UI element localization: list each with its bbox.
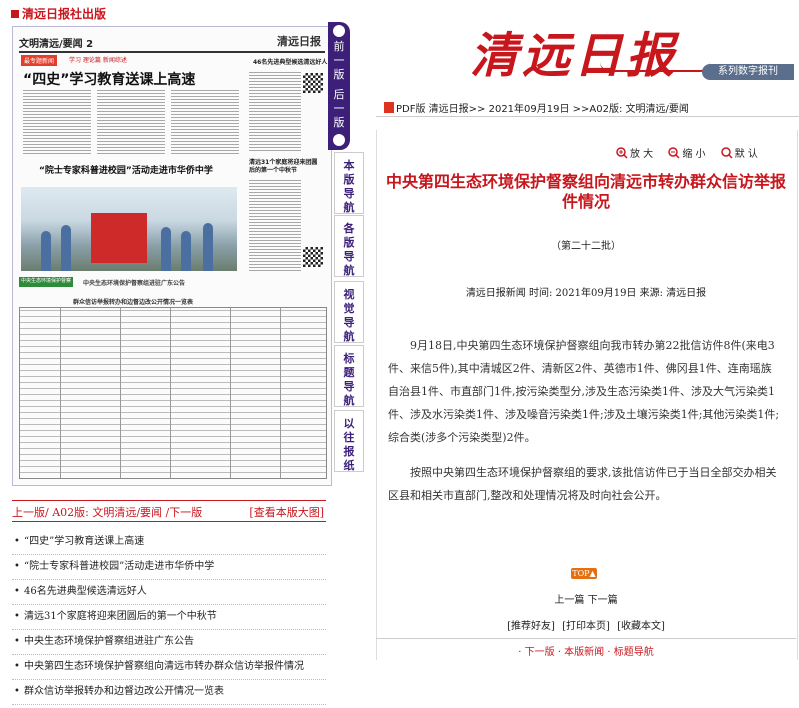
- article-meta: 清远日报新闻 时间: 2021年09月19日 来源: 清远日报: [465, 288, 707, 299]
- breadcrumb: PDF版 清远日报>> 2021年09月19日 >>A02版: 文明清远/要闻: [384, 100, 689, 115]
- page-switch-row: 上一版/ A02版: 文明清远/要闻 /下一版 [查看本版大图]: [12, 500, 326, 522]
- preview-text-block: [23, 89, 91, 155]
- article-title: 中央第四生态环境保护督察组向清远市转办群众信访举报件情况: [386, 172, 787, 211]
- magnifier-icon: [721, 146, 733, 159]
- down-arrow-icon[interactable]: [333, 134, 345, 146]
- bookmark-button[interactable]: [收藏本文]: [617, 621, 665, 632]
- prev-next-article[interactable]: 上一篇 下一篇: [386, 591, 786, 606]
- side-nav-this-page[interactable]: 本版导航: [334, 152, 364, 214]
- preview-logo: 清远日报: [277, 35, 321, 48]
- list-item[interactable]: 群众信访举报转办和边督边改公开情况一览表: [12, 680, 326, 705]
- preview-header: 文明清远/要闻 2 清远日报: [19, 33, 325, 53]
- preview-strip-title: 中央生态环境保护督察组进驻广东公告: [83, 280, 186, 287]
- photo-sign: [91, 213, 147, 263]
- page-preview-image[interactable]: 文明清远/要闻 2 清远日报 最专题新闻 学习 理论篇 新闻综述 “四史”学习教…: [12, 26, 332, 486]
- preview-text-block: [249, 179, 301, 271]
- article-paragraph: 按照中央第四生态环境保护督察组的要求,该批信访件已于当日全部交办相关区县和相关市…: [388, 466, 777, 502]
- list-item[interactable]: 46名先进典型候选清远好人: [12, 580, 326, 605]
- list-item[interactable]: 清远31个家庭将迎来团圆后的第一个中秋节: [12, 605, 326, 630]
- preview-text-block: [97, 89, 165, 155]
- photo-person: [161, 227, 171, 271]
- preview-text-block: [249, 71, 301, 151]
- preview-green-label: 中央生态环境保护督察: [19, 277, 73, 287]
- prev-page-button[interactable]: 前一版: [330, 40, 348, 82]
- list-item[interactable]: “院士专家科普进校园”活动走进市华侨中学: [12, 555, 326, 580]
- zoom-in-icon: [616, 146, 628, 159]
- list-item[interactable]: 中央第四生态环境保护督察组向清远市转办群众信访举报件情况: [12, 655, 326, 680]
- article-list: “四史”学习教育送课上高速 “院士专家科普进校园”活动走进市华侨中学 46名先进…: [12, 530, 326, 705]
- photo-person: [203, 223, 213, 271]
- zoom-in-button[interactable]: 放 大: [616, 145, 653, 160]
- side-nav-archive[interactable]: 以往报纸: [334, 410, 364, 472]
- publisher-title: 清远日报社出版: [22, 7, 107, 21]
- side-nav-all-pages[interactable]: 各版导航: [334, 215, 364, 277]
- pdf-icon[interactable]: [384, 102, 394, 113]
- preview-photo: [21, 187, 237, 271]
- default-size-button[interactable]: 默 认: [721, 145, 758, 160]
- print-button[interactable]: [打印本页]: [562, 621, 610, 632]
- article-actions: [推荐好友] [打印本页] [收藏本文]: [386, 617, 786, 632]
- article-subtitle: （第二十二批）: [551, 241, 621, 252]
- page-nav: 前一版 后一版: [328, 22, 350, 150]
- page-switch-links[interactable]: 上一版/ A02版: 文明清远/要闻 /下一版: [12, 504, 202, 520]
- zoom-toolbar: 放 大 缩 小 默 认: [616, 145, 770, 162]
- qr-code-icon: [303, 247, 323, 267]
- photo-person: [181, 231, 191, 271]
- article-body: 9月18日,中央第四生态环境保护督察组向我市转办第22批信访件8件(来电3件、来…: [388, 334, 782, 519]
- article-paragraph: 9月18日,中央第四生态环境保护督察组向我市转办第22批信访件8件(来电3件、来…: [388, 339, 780, 444]
- photo-person: [61, 225, 71, 271]
- preview-section-label: 文明清远/要闻 2: [19, 39, 94, 50]
- preview-text-block: [171, 89, 239, 155]
- up-arrow-icon[interactable]: [333, 25, 345, 37]
- side-nav-titles[interactable]: 标题导航: [334, 345, 364, 407]
- masthead-swoosh: [600, 62, 710, 72]
- series-badge[interactable]: 系列数字报刊: [702, 64, 794, 80]
- preview-right-head-1: 46名先进典型候选清远好人: [253, 59, 328, 66]
- preview-table-title: 群众信访举报转办和边督边改公开情况一览表: [73, 299, 194, 306]
- zoom-out-button[interactable]: 缩 小: [668, 145, 706, 160]
- preview-headline-1: “四史”学习教育送课上高速: [23, 72, 196, 88]
- back-to-top-button[interactable]: TOP▲: [571, 568, 597, 579]
- preview-tag-sub: 学习 理论篇 新闻综述: [69, 57, 127, 64]
- view-large-link[interactable]: [查看本版大图]: [249, 504, 324, 520]
- list-item[interactable]: “四史”学习教育送课上高速: [12, 530, 326, 555]
- preview-headline-2: “院士专家科普进校园”活动走进市华侨中学: [39, 166, 213, 176]
- topbar: 清远日报社出版: [0, 0, 799, 22]
- list-item[interactable]: 中央生态环境保护督察组进驻广东公告: [12, 630, 326, 655]
- photo-person: [41, 231, 51, 271]
- preview-tag: 最专题新闻: [21, 55, 58, 66]
- preview-table: [19, 307, 327, 479]
- divider: [376, 116, 799, 117]
- red-square-icon: [11, 10, 19, 18]
- side-nav-visual[interactable]: 视觉导航: [334, 281, 364, 343]
- bottom-nav[interactable]: · 下一版 · 本版新闻 · 标题导航: [386, 643, 786, 658]
- preview-right-head-2: 清远31个家庭将迎来团圆后的第一个中秋节: [249, 159, 318, 174]
- next-page-button[interactable]: 后一版: [330, 88, 348, 130]
- divider: [376, 638, 796, 639]
- recommend-button[interactable]: [推荐好友]: [507, 621, 555, 632]
- zoom-out-icon: [668, 146, 680, 159]
- masthead-logo: 清远日报: [470, 28, 679, 84]
- qr-code-icon: [303, 73, 323, 93]
